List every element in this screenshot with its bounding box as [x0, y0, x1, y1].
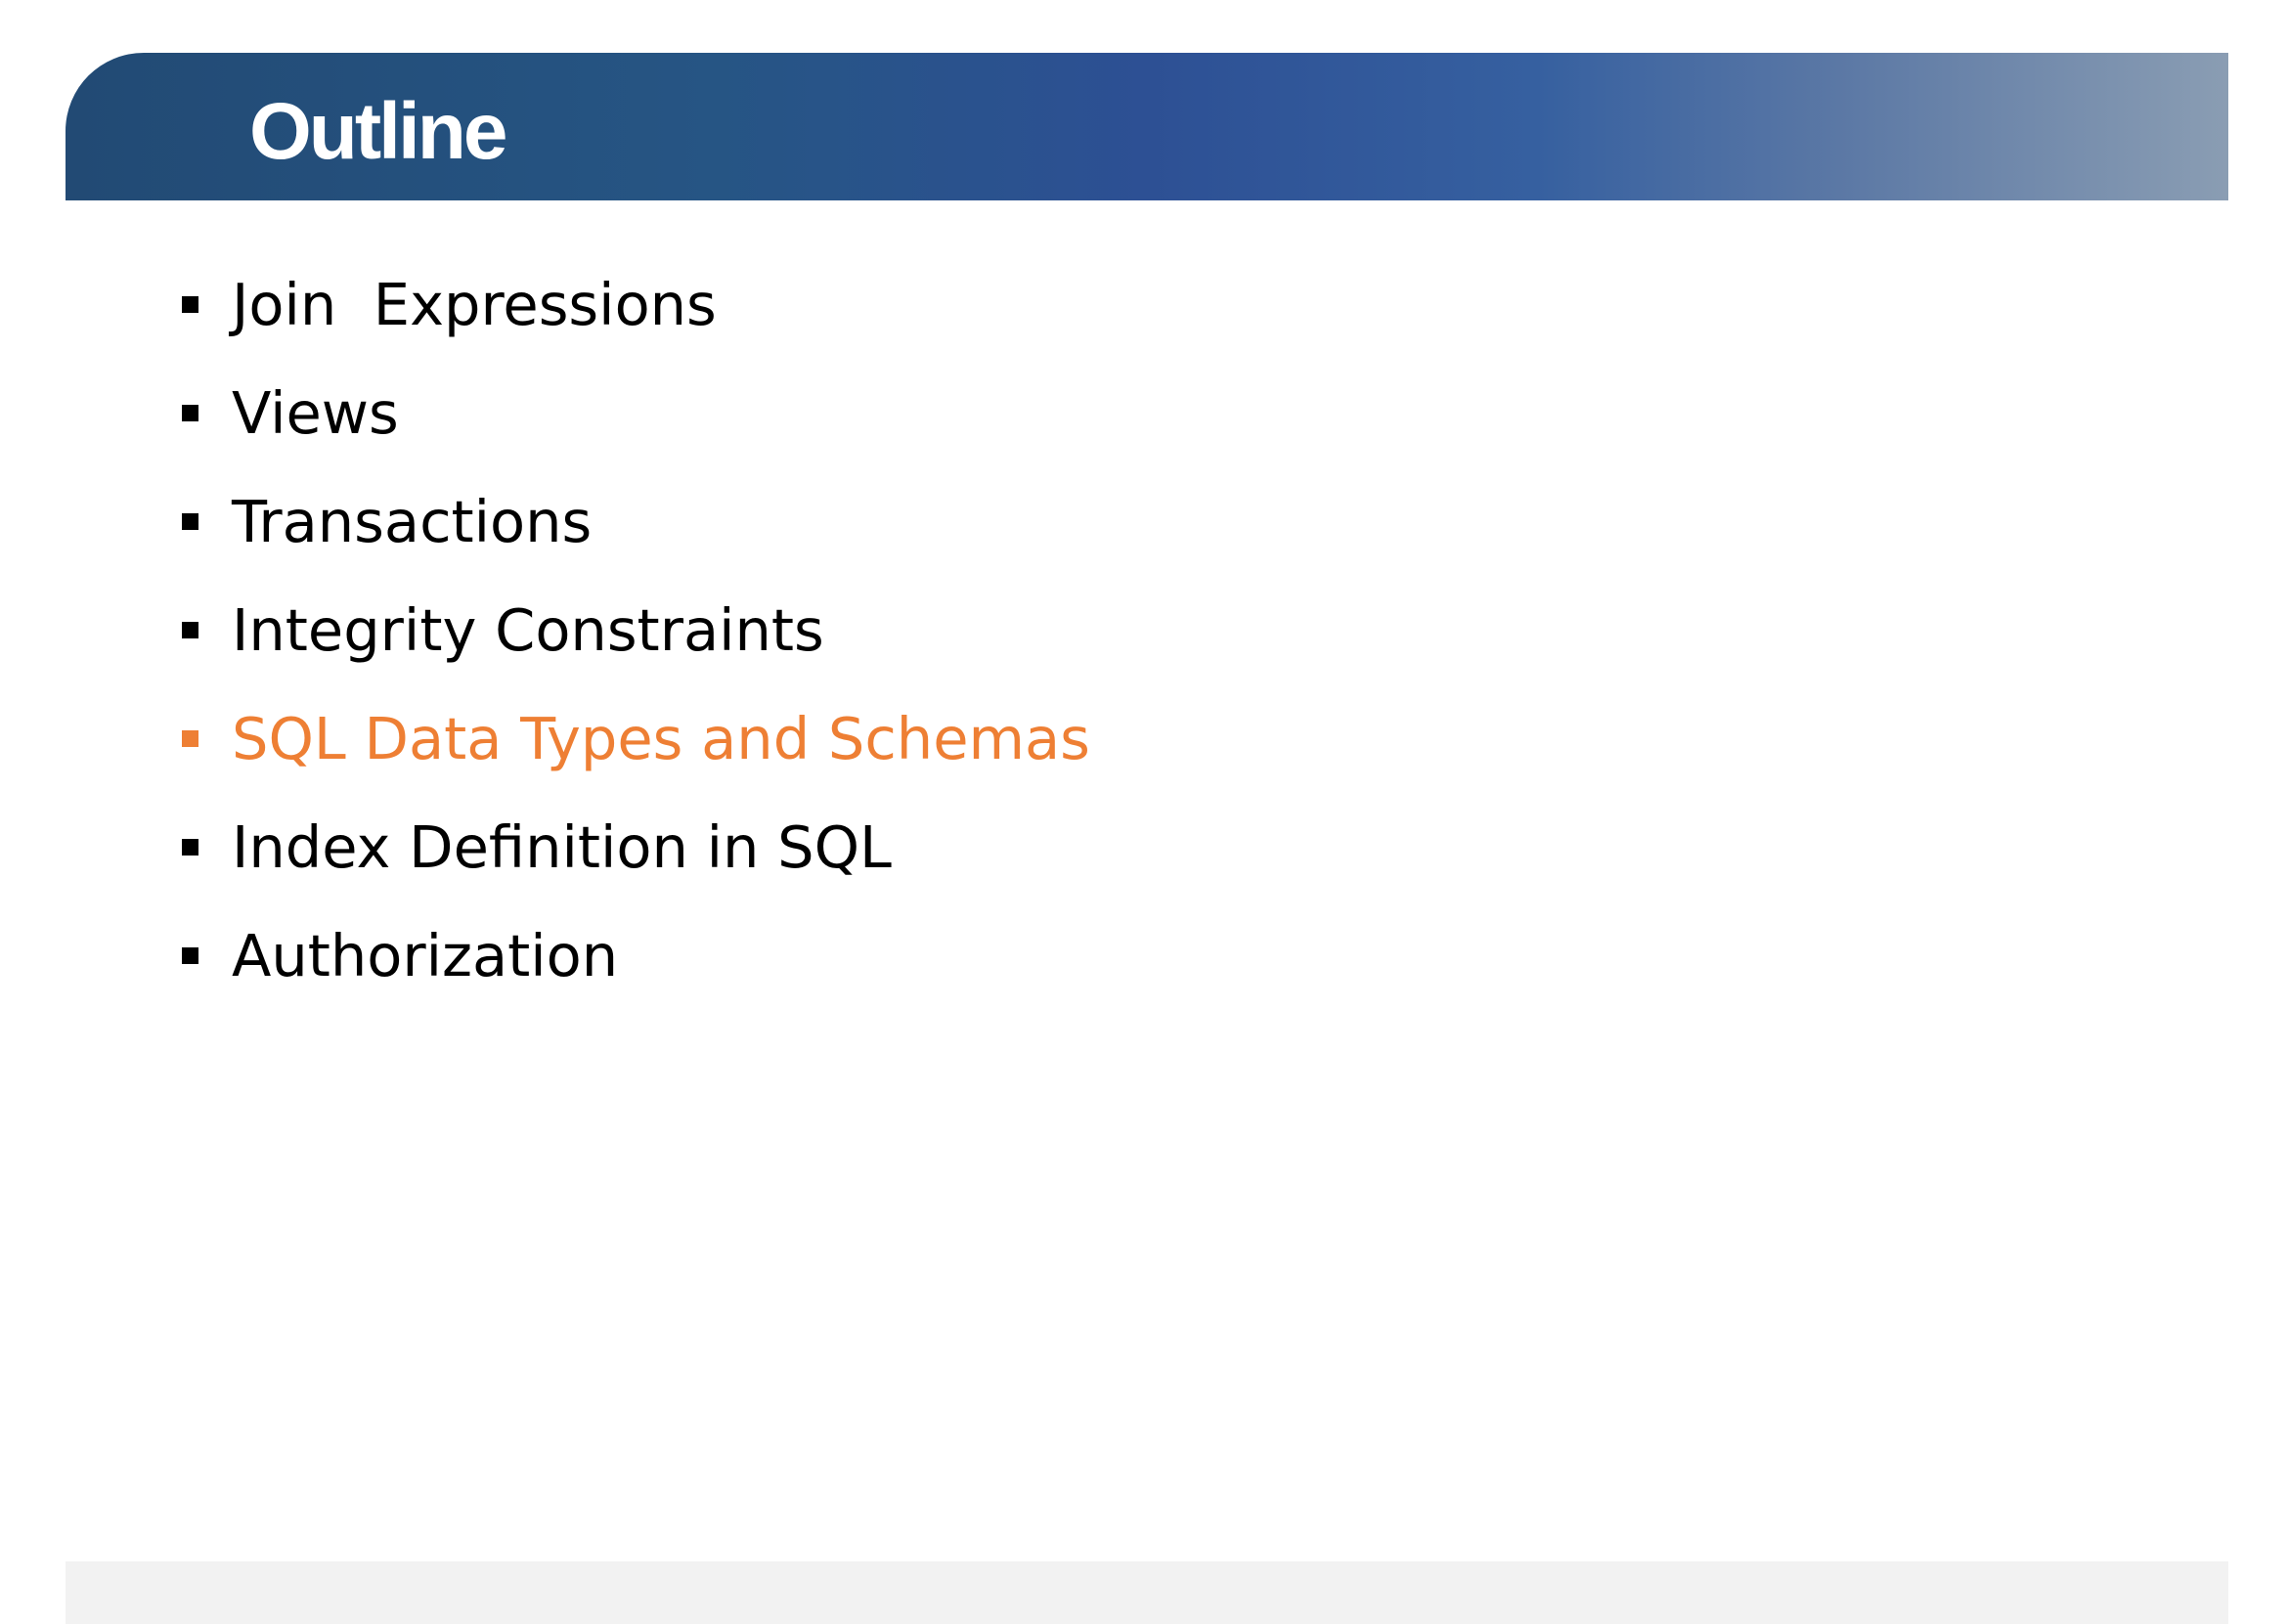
- outline-item-index-definition: Index Definition in SQL: [182, 793, 1090, 901]
- square-bullet-icon: [182, 405, 198, 421]
- title-bar: Outline: [66, 53, 2228, 200]
- outline-item-label: SQL Data Types and Schemas: [232, 705, 1090, 772]
- outline-item-label: Join Expressions: [232, 271, 717, 338]
- square-bullet-icon: [182, 513, 198, 530]
- square-bullet-icon: [182, 839, 198, 856]
- outline-item-integrity-constraints: Integrity Constraints: [182, 576, 1090, 684]
- square-bullet-icon: [182, 296, 198, 313]
- outline-item-sql-data-types: SQL Data Types and Schemas: [182, 684, 1090, 793]
- outline-item-views: Views: [182, 359, 1090, 467]
- outline-item-transactions: Transactions: [182, 467, 1090, 576]
- square-bullet-icon: [182, 730, 198, 747]
- outline-item-label: Authorization: [232, 922, 619, 989]
- slide-title: Outline: [249, 87, 507, 176]
- outline-item-label: Transactions: [232, 488, 593, 555]
- outline-item-label: Index Definition in SQL: [232, 813, 892, 881]
- outline-item-authorization: Authorization: [182, 901, 1090, 1010]
- square-bullet-icon: [182, 947, 198, 964]
- footer-bar: [66, 1561, 2228, 1624]
- outline-item-join-expressions: Join Expressions: [182, 250, 1090, 359]
- outline-item-label: Views: [232, 379, 399, 447]
- outline-list: Join Expressions Views Transactions Inte…: [182, 250, 1090, 1010]
- square-bullet-icon: [182, 622, 198, 638]
- outline-item-label: Integrity Constraints: [232, 596, 824, 664]
